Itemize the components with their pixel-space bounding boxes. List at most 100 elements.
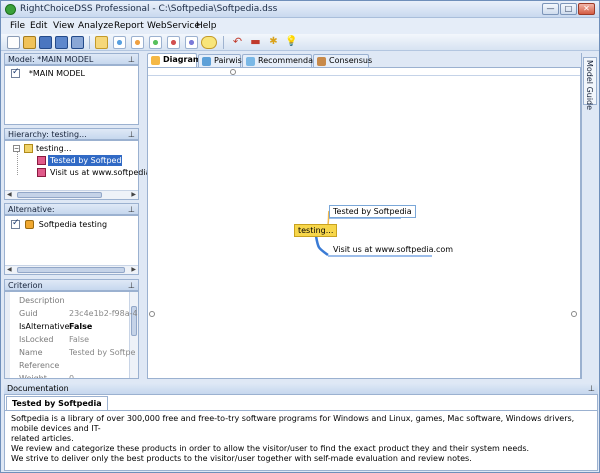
tree-line bbox=[17, 152, 18, 175]
add-sibling-icon[interactable] bbox=[149, 36, 162, 49]
criterion-panel-title: Criterion bbox=[8, 281, 43, 290]
criterion-node-icon bbox=[37, 168, 46, 177]
hierarchy-panel: − testing... Tested by Softpedia Visit u… bbox=[4, 140, 150, 200]
alternative-panel-header: Alternative: ⊥ bbox=[4, 203, 139, 215]
remove-node-icon[interactable] bbox=[167, 36, 180, 49]
scroll-thumb[interactable] bbox=[17, 267, 125, 273]
property-value[interactable]: Tested by Softpe bbox=[69, 348, 135, 357]
diagram-icon bbox=[151, 56, 160, 65]
alternative-list-item[interactable]: Softpedia testing bbox=[11, 218, 108, 230]
add-child-icon[interactable] bbox=[131, 36, 144, 49]
save-as-icon[interactable] bbox=[55, 36, 68, 49]
collapse-toggle-icon[interactable]: − bbox=[13, 145, 20, 152]
scroll-right-icon[interactable]: ▶ bbox=[131, 266, 136, 273]
new-file-icon[interactable] bbox=[7, 36, 20, 49]
documentation-line: Softpedia is a library of over 300,000 f… bbox=[11, 414, 575, 433]
pin-icon[interactable]: ⊥ bbox=[128, 129, 135, 140]
scroll-thumb[interactable] bbox=[17, 192, 102, 198]
toolbar: ↶ ▬ ✱ 💡 bbox=[1, 34, 599, 51]
diagram-node-child[interactable]: Tested by Softpedia bbox=[329, 205, 416, 218]
property-key: IsAlternative bbox=[19, 322, 70, 331]
hierarchy-panel-title: Hierarchy: testing... bbox=[8, 130, 87, 139]
export-icon[interactable] bbox=[71, 36, 84, 49]
tree-item-label: Tested by Softpedia bbox=[50, 156, 129, 165]
diagram-node-child[interactable]: Visit us at www.softpedia.com bbox=[331, 244, 455, 255]
undo-icon[interactable]: ↶ bbox=[231, 36, 244, 49]
pin-icon[interactable]: ⊥ bbox=[588, 383, 595, 394]
menu-report[interactable]: Report bbox=[114, 21, 144, 31]
hierarchy-icon[interactable] bbox=[95, 36, 108, 49]
minimize-button[interactable]: — bbox=[542, 3, 559, 15]
documentation-line: We strive to deliver only the best produ… bbox=[11, 454, 472, 463]
documentation-body[interactable]: Softpedia is a library of over 300,000 f… bbox=[11, 414, 591, 464]
scroll-right-icon[interactable]: ▶ bbox=[131, 191, 136, 198]
model-guide-label: Model Guide bbox=[585, 60, 594, 111]
menu-help[interactable]: Help bbox=[196, 21, 217, 31]
tab-pairwise[interactable]: Pairwise bbox=[198, 54, 247, 67]
consensus-icon bbox=[317, 57, 326, 66]
documentation-header: Documentation ⊥ bbox=[4, 383, 598, 395]
hierarchy-root[interactable]: testing... bbox=[36, 144, 71, 153]
pin-icon[interactable]: ⊥ bbox=[128, 54, 135, 65]
alternative-panel: Softpedia testing ◀ ▶ bbox=[4, 215, 139, 275]
menu-file[interactable]: File bbox=[10, 21, 25, 31]
tree-item-label[interactable]: Visit us at www.softpedia bbox=[50, 168, 150, 177]
vertical-scrollbar[interactable] bbox=[129, 292, 138, 378]
window-title: RightChoiceDSS Professional - C:\Softped… bbox=[20, 4, 278, 14]
tab-label: Diagram bbox=[163, 55, 202, 64]
documentation-tab[interactable]: Tested by Softpedia bbox=[6, 396, 108, 410]
tab-diagram[interactable]: Diagram bbox=[147, 53, 201, 67]
property-value[interactable]: False bbox=[69, 322, 92, 331]
model-item-label: *MAIN MODEL bbox=[28, 69, 86, 78]
property-gutter bbox=[5, 292, 10, 378]
menu-analyze[interactable]: Analyze bbox=[78, 21, 113, 31]
property-grid: Description Guid 23c4e1b2-f98a-4 IsAlter… bbox=[4, 291, 139, 379]
tab-consensus[interactable]: Consensus bbox=[313, 54, 373, 67]
alternative-checkbox[interactable] bbox=[11, 218, 20, 229]
zoom-icon[interactable] bbox=[185, 36, 198, 49]
horizontal-scrollbar[interactable]: ◀ ▶ bbox=[5, 265, 138, 274]
horizontal-scrollbar[interactable]: ◀ ▶ bbox=[5, 190, 138, 199]
pin-icon[interactable]: ⊥ bbox=[128, 280, 135, 291]
toolbar-separator bbox=[223, 36, 224, 49]
pin-icon[interactable]: ⊥ bbox=[128, 204, 135, 215]
model-checkbox[interactable] bbox=[11, 67, 20, 78]
comment-icon[interactable] bbox=[201, 36, 217, 49]
alternative-icon bbox=[24, 220, 34, 229]
open-folder-icon[interactable] bbox=[23, 36, 36, 49]
diagram-canvas[interactable]: Tested by Softpedia testing... Visit us … bbox=[147, 67, 581, 379]
property-key: Description bbox=[19, 296, 65, 305]
app-window: RightChoiceDSS Professional - C:\Softped… bbox=[0, 0, 600, 473]
property-key: Reference bbox=[19, 361, 60, 370]
app-logo-icon bbox=[5, 4, 16, 15]
property-value[interactable]: 0 bbox=[69, 374, 74, 378]
alternative-item-label: Softpedia testing bbox=[38, 220, 108, 229]
documentation-line: related articles. bbox=[11, 434, 74, 443]
scroll-left-icon[interactable]: ◀ bbox=[7, 266, 12, 273]
goal-node-icon bbox=[24, 144, 33, 153]
scroll-left-icon[interactable]: ◀ bbox=[7, 191, 12, 198]
criterion-panel-header: Criterion ⊥ bbox=[4, 279, 139, 291]
tab-label: Consensus bbox=[329, 56, 373, 65]
recommendation-icon bbox=[246, 57, 255, 66]
save-icon[interactable] bbox=[39, 36, 52, 49]
property-value[interactable]: False bbox=[69, 335, 89, 344]
tip-bulb-icon[interactable]: 💡 bbox=[285, 36, 298, 49]
maximize-button[interactable]: □ bbox=[560, 3, 577, 15]
model-guide-tab[interactable]: Model Guide bbox=[583, 57, 597, 110]
menu-webservice[interactable]: WebService bbox=[147, 21, 200, 31]
menu-bar: File Edit View Analyze Report WebService… bbox=[1, 18, 599, 34]
tab-recommendation[interactable]: Recommendation bbox=[242, 54, 328, 67]
model-list-item[interactable]: *MAIN MODEL bbox=[11, 67, 86, 79]
alternative-panel-title: Alternative: bbox=[8, 205, 55, 214]
title-bar: RightChoiceDSS Professional - C:\Softped… bbox=[1, 1, 599, 18]
tree-item-selected[interactable]: Tested by Softpedia bbox=[48, 155, 129, 166]
close-button[interactable]: ✕ bbox=[578, 3, 595, 15]
add-node-icon[interactable] bbox=[113, 36, 126, 49]
property-value[interactable]: 23c4e1b2-f98a-4 bbox=[69, 309, 138, 318]
menu-edit[interactable]: Edit bbox=[30, 21, 47, 31]
delete-icon[interactable]: ▬ bbox=[249, 36, 262, 49]
wizard-icon[interactable]: ✱ bbox=[267, 36, 280, 49]
menu-view[interactable]: View bbox=[53, 21, 74, 31]
diagram-node-root[interactable]: testing... bbox=[294, 224, 338, 237]
